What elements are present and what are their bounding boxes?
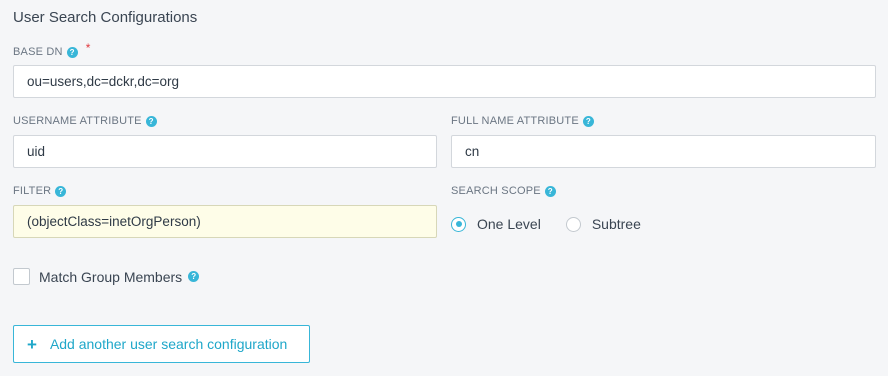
search-scope-label-text: SEARCH SCOPE <box>451 185 541 197</box>
radio-label: One Level <box>477 216 541 232</box>
radio-button-selected[interactable] <box>451 216 466 232</box>
filter-label-text: FILTER <box>13 185 52 197</box>
help-icon[interactable]: ? <box>66 46 78 58</box>
username-attribute-label: USERNAME ATTRIBUTE ? <box>13 115 157 127</box>
filter-label: FILTER ? <box>13 185 67 197</box>
help-icon[interactable]: ? <box>188 271 200 282</box>
section-title: User Search Configurations <box>13 9 198 26</box>
radio-button[interactable] <box>565 216 581 232</box>
help-icon[interactable]: ? <box>145 115 157 127</box>
search-scope-label: SEARCH SCOPE ? <box>451 185 556 197</box>
base-dn-input[interactable]: ou=users,dc=dckr,dc=org <box>13 65 876 98</box>
base-dn-label-text: BASE DN <box>13 46 63 58</box>
required-marker: * <box>85 41 91 55</box>
base-dn-label: BASE DN ? * <box>13 41 91 59</box>
add-button-label: Add another user search configuration <box>49 336 288 352</box>
username-attribute-input[interactable]: uid <box>13 135 437 168</box>
search-scope-option-subtree[interactable]: Subtree <box>565 216 641 232</box>
search-scope-option-one-level[interactable]: One Level <box>451 216 541 232</box>
plus-icon: + <box>27 334 37 354</box>
full-name-attribute-label-text: FULL NAME ATTRIBUTE <box>451 115 579 127</box>
full-name-attribute-input[interactable]: cn <box>451 135 876 168</box>
help-icon[interactable]: ? <box>55 185 67 197</box>
match-group-members-label: Match Group Members <box>39 268 183 285</box>
help-icon[interactable]: ? <box>582 115 594 127</box>
search-scope-radio-group: One Level Subtree <box>451 213 666 235</box>
help-icon[interactable]: ? <box>544 185 556 197</box>
full-name-attribute-label: FULL NAME ATTRIBUTE ? <box>451 115 594 127</box>
match-group-members-checkbox[interactable] <box>13 268 30 285</box>
radio-label: Subtree <box>591 216 641 232</box>
match-group-members-row[interactable]: Match Group Members ? <box>13 268 200 285</box>
add-user-search-configuration-button[interactable]: + Add another user search configuration <box>13 325 310 363</box>
filter-input[interactable]: (objectClass=inetOrgPerson) <box>13 205 437 238</box>
username-attribute-label-text: USERNAME ATTRIBUTE <box>13 115 142 127</box>
